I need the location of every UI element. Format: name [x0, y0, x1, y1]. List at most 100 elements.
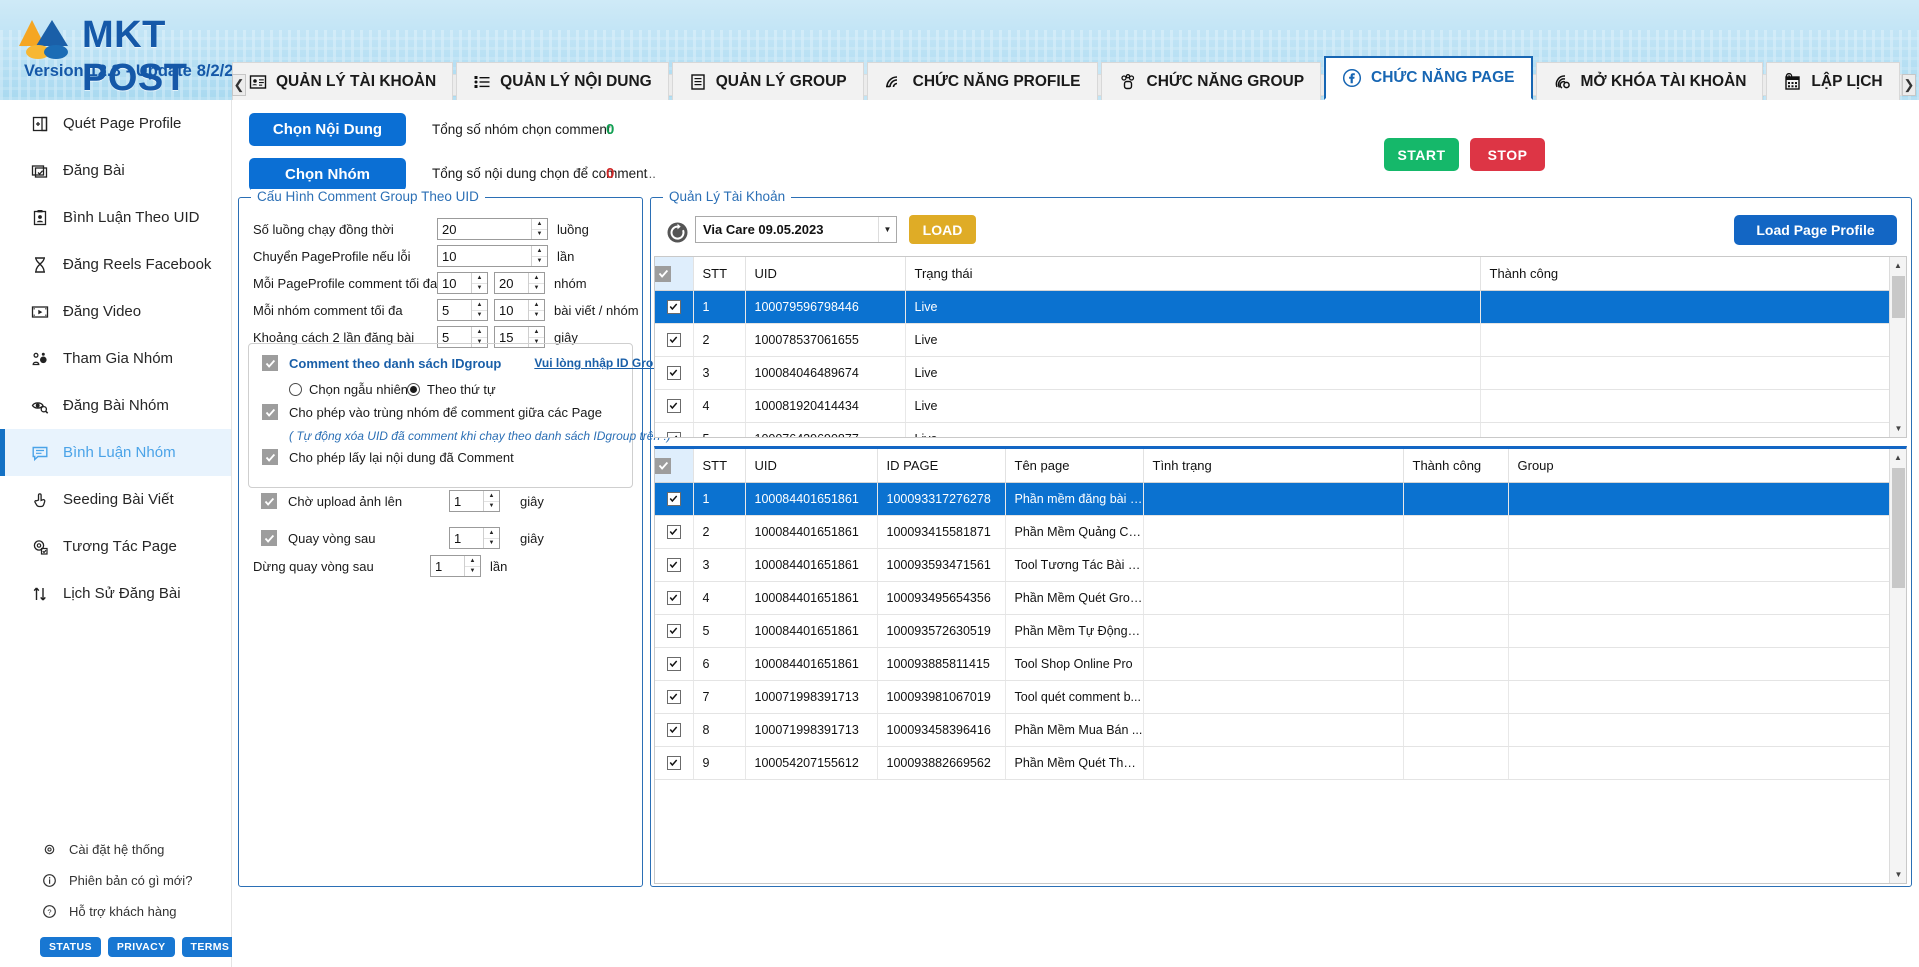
stop-button[interactable]: STOP	[1470, 138, 1545, 171]
upload-wait-stepper[interactable]: ▲▼	[449, 490, 500, 512]
stepper-up-icon[interactable]: ▲	[532, 246, 547, 257]
row-checkbox-cell[interactable]	[655, 389, 694, 423]
switch-error-stepper-buttons[interactable]: ▲ ▼	[531, 246, 547, 266]
loop-stepper-buttons[interactable]: ▲ ▼	[483, 528, 499, 548]
row-checkbox-cell[interactable]	[655, 581, 694, 615]
row-checkbox[interactable]	[666, 524, 681, 539]
radio-random[interactable]: Chọn ngẫu nhiên	[289, 382, 408, 397]
sidebar-item-quet-page-profile[interactable]: Quét Page Profile	[0, 100, 231, 147]
pageprofile-max-input[interactable]	[495, 273, 528, 293]
stepper-down-icon[interactable]: ▼	[472, 311, 487, 321]
checkbox-row-duplicate[interactable]: Cho phép vào trùng nhóm để comment giữa …	[262, 404, 602, 420]
upload-wait-input[interactable]	[450, 491, 483, 511]
sidebar-item-dang-bai[interactable]: Đăng Bài	[0, 147, 231, 194]
loop-stepper[interactable]: ▲▼	[449, 527, 500, 549]
upload-wait-checkbox[interactable]	[261, 493, 277, 509]
row-checkbox[interactable]	[666, 590, 681, 605]
stepper-down-icon[interactable]: ▼	[529, 284, 544, 294]
table-row[interactable]: 2 100084401651861 100093415581871 Phần M…	[655, 515, 1891, 549]
stepper-up-icon[interactable]: ▲	[472, 273, 487, 284]
account-select[interactable]: Via Care 09.05.2023 ▼	[695, 216, 897, 243]
group-max-input[interactable]	[495, 300, 528, 320]
group-max-stepper-buttons[interactable]: ▲ ▼	[528, 300, 544, 320]
column-header-uid[interactable]: UID	[745, 257, 906, 291]
table-row[interactable]: 8 100071998391713 100093458396416 Phần M…	[655, 713, 1891, 747]
pageprofile-max-stepper-buttons[interactable]: ▲ ▼	[528, 273, 544, 293]
stepper-down-icon[interactable]: ▼	[532, 230, 547, 240]
random-radio[interactable]	[289, 383, 302, 396]
tab-quan-ly-group[interactable]: QUẢN LÝ GROUP	[671, 62, 864, 100]
load-page-profile-button[interactable]: Load Page Profile	[1734, 215, 1897, 245]
table-row[interactable]: 1 100084401651861 100093317276278 Phần m…	[655, 482, 1891, 516]
switch-error-stepper[interactable]: ▲▼	[437, 245, 548, 267]
stop-loop-stepper-buttons[interactable]: ▲ ▼	[464, 556, 480, 576]
row-checkbox-cell[interactable]	[655, 746, 694, 780]
row-checkbox[interactable]	[666, 398, 681, 413]
stepper-down-icon[interactable]: ▼	[465, 567, 480, 577]
table-row[interactable]: 3 100084401651861 100093593471561 Tool T…	[655, 548, 1891, 582]
sidebar-item-binh-luan-theo-uid[interactable]: Bình Luận Theo UID	[0, 194, 231, 241]
sidebar-item-dang-video[interactable]: Đăng Video	[0, 288, 231, 335]
badge-terms[interactable]: TERMS	[181, 937, 239, 957]
tab-mo-khoa-tai-khoan[interactable]: MỞ KHÓA TÀI KHOẢN	[1535, 62, 1764, 100]
row-checkbox-cell[interactable]	[655, 356, 694, 390]
table-row[interactable]: 5 100076429690877 Live	[655, 422, 1891, 437]
tab-chuc-nang-profile[interactable]: CHỨC NĂNG PROFILE	[866, 62, 1098, 100]
column-header-uid[interactable]: UID	[745, 449, 878, 483]
pageprofile-max-stepper[interactable]: ▲▼	[494, 272, 545, 294]
select-all-accounts-header[interactable]	[655, 257, 694, 291]
table-row[interactable]: 5 100084401651861 100093572630519 Phần M…	[655, 614, 1891, 648]
scroll-down-icon[interactable]: ▼	[1890, 420, 1906, 437]
stepper-down-icon[interactable]: ▼	[532, 257, 547, 267]
tabs-scroll-left-icon[interactable]: ❮	[232, 74, 246, 96]
stop-loop-stepper[interactable]: ▲▼	[430, 555, 481, 577]
table-row[interactable]: 4 100081920414434 Live	[655, 389, 1891, 423]
row-checkbox[interactable]	[666, 722, 681, 737]
sidebar-item-binh-luan-nhom[interactable]: Bình Luận Nhóm	[0, 429, 231, 476]
stepper-up-icon[interactable]: ▲	[529, 327, 544, 338]
column-header-trang-thai[interactable]: Trạng thái	[905, 257, 1481, 291]
column-header-ten-page[interactable]: Tên page	[1005, 449, 1144, 483]
loop-input[interactable]	[450, 528, 483, 548]
idgroup-checkbox[interactable]	[262, 355, 278, 371]
row-checkbox-cell[interactable]	[655, 647, 694, 681]
sidebar-item-dang-reels-facebook[interactable]: Đăng Reels Facebook	[0, 241, 231, 288]
start-button[interactable]: START	[1384, 138, 1459, 171]
stepper-up-icon[interactable]: ▲	[529, 273, 544, 284]
column-header-tinh-trang[interactable]: Tình trạng	[1143, 449, 1404, 483]
tab-chuc-nang-group[interactable]: CHỨC NĂNG GROUP	[1100, 62, 1322, 100]
stepper-up-icon[interactable]: ▲	[532, 219, 547, 230]
row-checkbox[interactable]	[666, 431, 681, 437]
pages-table-scrollbar[interactable]: ▲ ▼	[1889, 449, 1906, 883]
row-checkbox-cell[interactable]	[655, 614, 694, 648]
column-header-thanh-cong[interactable]: Thành công	[1403, 449, 1509, 483]
sidebar-item-lich-su-dang-bai[interactable]: Lịch Sử Đăng Bài	[0, 570, 231, 617]
column-header-stt[interactable]: STT	[693, 257, 746, 291]
scroll-up-icon[interactable]: ▲	[1890, 449, 1906, 466]
checkbox-row-loop[interactable]: Quay vòng sau ▲▼ giây	[261, 527, 544, 549]
column-header-group[interactable]: Group	[1508, 449, 1891, 483]
column-header-id-page[interactable]: ID PAGE	[877, 449, 1006, 483]
stepper-down-icon[interactable]: ▼	[472, 284, 487, 294]
stepper-down-icon[interactable]: ▼	[484, 539, 499, 549]
stepper-up-icon[interactable]: ▲	[472, 300, 487, 311]
stepper-down-icon[interactable]: ▼	[484, 502, 499, 512]
loop-checkbox[interactable]	[261, 530, 277, 546]
row-checkbox[interactable]	[666, 623, 681, 638]
stepper-down-icon[interactable]: ▼	[529, 311, 544, 321]
sidebar-item-tham-gia-nhom[interactable]: Tham Gia Nhóm	[0, 335, 231, 382]
table-row[interactable]: 2 100078537061655 Live	[655, 323, 1891, 357]
select-group-button[interactable]: Chọn Nhóm	[249, 158, 406, 191]
stop-loop-input[interactable]	[431, 556, 464, 576]
select-all-pages-checkbox[interactable]	[655, 457, 671, 474]
threads-stepper-buttons[interactable]: ▲ ▼	[531, 219, 547, 239]
accounts-table-scrollbar[interactable]: ▲ ▼	[1889, 257, 1906, 437]
scroll-down-icon[interactable]: ▼	[1890, 866, 1906, 883]
table-row[interactable]: 9 100054207155612 100093882669562 Phần M…	[655, 746, 1891, 780]
badge-privacy[interactable]: PRIVACY	[107, 937, 175, 957]
group-min-stepper[interactable]: ▲▼	[437, 299, 488, 321]
row-checkbox-cell[interactable]	[655, 482, 694, 516]
group-max-stepper[interactable]: ▲▼	[494, 299, 545, 321]
row-checkbox-cell[interactable]	[655, 713, 694, 747]
row-checkbox-cell[interactable]	[655, 515, 694, 549]
